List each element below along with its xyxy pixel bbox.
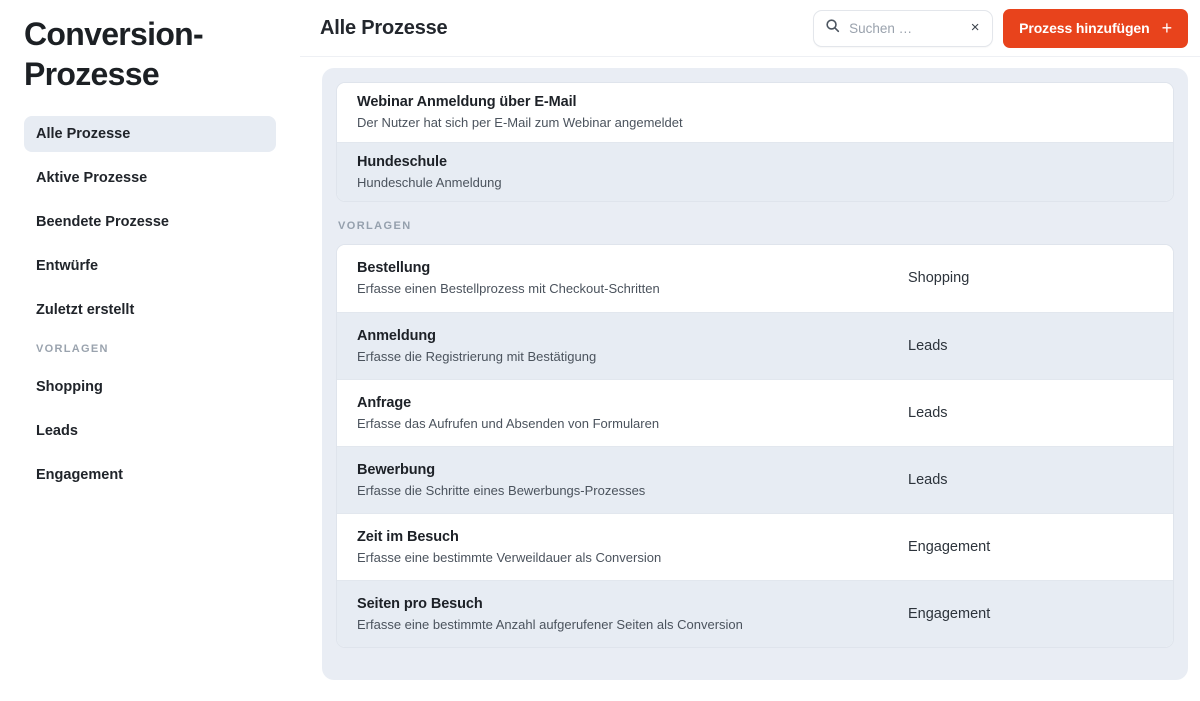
table-row[interactable]: Hundeschule Hundeschule Anmeldung	[337, 142, 1173, 201]
page-brand-title: Conversion-Prozesse	[24, 16, 204, 92]
table-row[interactable]: Seiten pro Besuch Erfasse eine bestimmte…	[337, 580, 1173, 647]
sidebar-item-entwuerfe[interactable]: Entwürfe	[24, 248, 276, 284]
row-title: Bewerbung	[357, 461, 436, 478]
sidebar-item-label: Beendete Prozesse	[36, 214, 169, 230]
sidebar: Conversion-Prozesse Alle Prozesse Aktive…	[0, 0, 300, 701]
table-row[interactable]: Bewerbung Erfasse die Schritte eines Bew…	[337, 446, 1173, 513]
plus-icon: +	[1161, 18, 1173, 38]
table-row[interactable]: Anfrage Erfasse das Aufrufen und Absende…	[337, 379, 1173, 446]
table-row[interactable]: Anmeldung Erfasse die Registrierung mit …	[337, 312, 1173, 379]
table-row[interactable]: Webinar Anmeldung über E-Mail Der Nutzer…	[337, 83, 1173, 142]
table-row[interactable]: Zeit im Besuch Erfasse eine bestimmte Ve…	[337, 513, 1173, 580]
row-title: Hundeschule	[357, 153, 447, 170]
row-description: Erfasse die Schritte eines Bewerbungs-Pr…	[357, 482, 646, 498]
sidebar-item-label: Entwürfe	[36, 258, 99, 274]
row-main: Anfrage Erfasse das Aufrufen und Absende…	[357, 394, 908, 433]
row-category: Engagement	[908, 538, 991, 555]
close-icon[interactable]: ×	[967, 20, 983, 36]
page-title: Alle Prozesse	[320, 16, 448, 39]
sidebar-item-label: Zuletzt erstellt	[36, 302, 135, 318]
search-input[interactable]	[840, 20, 968, 36]
search-icon	[825, 18, 840, 38]
row-title: Bestellung	[357, 260, 431, 276]
row-main: Zeit im Besuch Erfasse eine bestimmte Ve…	[357, 528, 908, 567]
app-root: Conversion-Prozesse Alle Prozesse Aktive…	[0, 0, 1200, 701]
search-box[interactable]: ×	[813, 9, 994, 47]
table-row[interactable]: Bestellung Erfasse einen Bestellprozess …	[337, 245, 1173, 312]
row-title: Webinar Anmeldung über E-Mail	[357, 94, 577, 110]
sidebar-item-beendete-prozesse[interactable]: Beendete Prozesse	[24, 204, 276, 240]
row-description: Erfasse das Aufrufen und Absenden von Fo…	[357, 415, 660, 431]
row-description: Hundeschule Anmeldung	[357, 174, 502, 190]
sidebar-nav: Alle Prozesse Aktive Prozesse Beendete P…	[24, 116, 276, 493]
sidebar-item-shopping[interactable]: Shopping	[24, 369, 276, 405]
row-main: Webinar Anmeldung über E-Mail Der Nutzer…	[357, 93, 908, 132]
sidebar-item-label: Aktive Prozesse	[36, 170, 148, 186]
sidebar-item-label: Leads	[36, 423, 78, 439]
sidebar-item-aktive-prozesse[interactable]: Aktive Prozesse	[24, 160, 276, 196]
row-description: Erfasse die Registrierung mit Bestätigun…	[357, 348, 597, 364]
row-description: Erfasse eine bestimmte Anzahl aufgerufen…	[357, 616, 743, 632]
topbar: Alle Prozesse × Prozess hinzufügen +	[300, 0, 1200, 57]
row-category: Leads	[908, 404, 948, 421]
row-main: Seiten pro Besuch Erfasse eine bestimmte…	[357, 595, 908, 634]
row-category: Leads	[908, 471, 948, 488]
sidebar-item-zuletzt-erstellt[interactable]: Zuletzt erstellt	[24, 292, 276, 328]
row-category: Shopping	[908, 270, 970, 286]
sidebar-item-alle-prozesse[interactable]: Alle Prozesse	[24, 116, 276, 152]
sidebar-item-label: Engagement	[36, 467, 124, 483]
sidebar-item-engagement[interactable]: Engagement	[24, 457, 276, 493]
sidebar-item-leads[interactable]: Leads	[24, 413, 276, 449]
sidebar-section-label-vorlagen: VORLAGEN	[36, 343, 109, 355]
row-main: Bestellung Erfasse einen Bestellprozess …	[357, 259, 908, 298]
row-title: Anfrage	[357, 394, 412, 411]
row-category: Leads	[908, 337, 948, 354]
row-main: Bewerbung Erfasse die Schritte eines Bew…	[357, 461, 908, 500]
row-description: Der Nutzer hat sich per E-Mail zum Webin…	[357, 115, 683, 130]
row-main: Hundeschule Hundeschule Anmeldung	[357, 153, 908, 192]
main-area: Alle Prozesse × Prozess hinzufügen +	[300, 0, 1200, 701]
templates-section-label: VORLAGEN	[338, 220, 412, 232]
add-process-button-label: Prozess hinzufügen	[1019, 20, 1150, 36]
row-category: Engagement	[908, 605, 991, 622]
row-title: Zeit im Besuch	[357, 528, 459, 545]
sidebar-item-label: Alle Prozesse	[36, 126, 131, 142]
row-main: Anmeldung Erfasse die Registrierung mit …	[357, 327, 908, 366]
row-title: Anmeldung	[357, 327, 436, 344]
row-description: Erfasse einen Bestellprozess mit Checkou…	[357, 281, 660, 296]
processes-card: Webinar Anmeldung über E-Mail Der Nutzer…	[336, 82, 1174, 202]
content-panel: Webinar Anmeldung über E-Mail Der Nutzer…	[322, 68, 1188, 680]
row-title: Seiten pro Besuch	[357, 595, 483, 612]
add-process-button[interactable]: Prozess hinzufügen +	[1003, 8, 1188, 48]
sidebar-item-label: Shopping	[36, 379, 103, 395]
templates-card: Bestellung Erfasse einen Bestellprozess …	[336, 244, 1174, 648]
row-description: Erfasse eine bestimmte Verweildauer als …	[357, 549, 662, 565]
